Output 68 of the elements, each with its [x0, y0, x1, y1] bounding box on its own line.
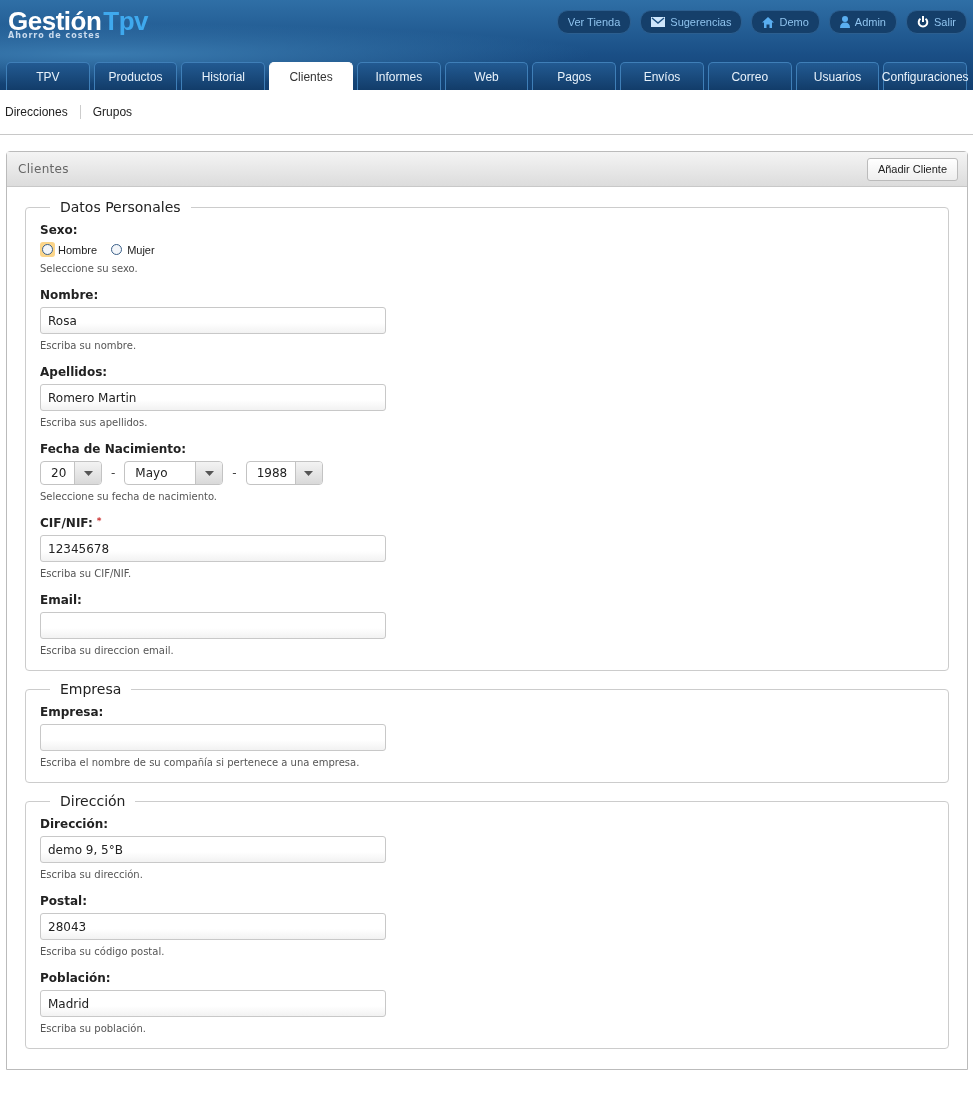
help-text: Seleccione su sexo.	[40, 263, 139, 274]
text-field[interactable]: Romero Martin	[40, 384, 386, 411]
field-label: CIF/NIF:	[40, 516, 93, 530]
caret-icon	[204, 470, 214, 476]
select-field[interactable]: Mayo	[124, 461, 224, 485]
header-link[interactable]: Salir	[906, 10, 967, 34]
radio-option[interactable]: Mujer	[109, 242, 155, 257]
help-text: Escriba su dirección.	[40, 869, 144, 880]
help-text: Escriba el nombre de su compañía si pertenece a una empresa.	[40, 757, 361, 768]
select-field[interactable]: 1988	[245, 461, 323, 485]
help-text: Seleccione su fecha de nacimiento.	[40, 491, 218, 502]
logo-text: Tpv	[103, 8, 149, 34]
field-label: Dirección:	[40, 817, 109, 831]
field-label: Email:	[40, 593, 82, 607]
nav-tab[interactable]: Informes	[356, 62, 441, 90]
text-field[interactable]: Madrid	[40, 990, 386, 1017]
section-title: Datos Personales	[59, 199, 182, 215]
caret-icon	[83, 470, 93, 476]
field-label: Nombre:	[40, 288, 99, 302]
text-field[interactable]: 12345678	[40, 535, 386, 562]
help-text: Escriba su CIF/NIF.	[40, 568, 133, 579]
date-separator: -	[111, 466, 116, 480]
power-icon	[917, 16, 929, 28]
help-text: Escriba su nombre.	[40, 340, 138, 351]
nav-tab[interactable]: Web	[444, 62, 529, 90]
help-text: Escriba su población.	[40, 1023, 147, 1034]
text-field[interactable]: 28043	[40, 913, 386, 940]
field-label: Apellidos:	[40, 365, 108, 379]
nav-tab[interactable]: TPV	[6, 62, 90, 90]
subnav-link[interactable]: Direcciones	[5, 105, 80, 119]
header-link[interactable]: Demo	[751, 10, 820, 34]
text-field[interactable]: demo 9, 5°B	[40, 836, 386, 863]
field-label: Fecha de Nacimiento:	[40, 442, 187, 456]
field-label: Población:	[40, 971, 111, 985]
required-mark: *	[96, 516, 102, 528]
subnav-link[interactable]: Grupos	[79, 105, 145, 119]
nav-tab[interactable]: Pagos	[532, 62, 617, 90]
nav-tab[interactable]: Historial	[181, 62, 266, 90]
nav-tab[interactable]: Configuraciones	[883, 62, 968, 90]
header-link[interactable]: Sugerencias	[640, 10, 743, 34]
header-link[interactable]: Ver Tienda	[556, 10, 632, 34]
help-text: Escriba su direccion email.	[40, 645, 175, 656]
nav-tab[interactable]: Usuarios	[795, 62, 880, 90]
field-label: Empresa:	[40, 705, 104, 719]
user-icon	[839, 16, 850, 28]
help-text: Escriba su código postal.	[40, 946, 166, 957]
field-label: Postal:	[40, 894, 87, 908]
panel-title: Clientes	[18, 162, 69, 176]
text-field[interactable]: Rosa	[40, 307, 386, 334]
add-client-button[interactable]: Añadir Cliente	[866, 157, 958, 181]
nav-tab[interactable]: Clientes	[269, 62, 353, 90]
mail-icon	[651, 17, 666, 27]
section-title: Dirección	[59, 793, 127, 809]
date-separator: -	[232, 466, 237, 480]
select-field[interactable]: 20	[40, 461, 102, 485]
text-field[interactable]	[40, 724, 386, 751]
caret-icon	[304, 470, 314, 476]
header-link[interactable]: Admin	[828, 10, 897, 34]
radio-option[interactable]: Hombre	[40, 242, 98, 257]
text-field[interactable]	[40, 612, 386, 639]
help-text: Escriba sus apellidos.	[40, 417, 149, 428]
nav-tab[interactable]: Correo	[707, 62, 792, 90]
logo-tagline: Ahorro de costes	[8, 32, 101, 40]
nav-tab[interactable]: Productos	[93, 62, 178, 90]
home-icon	[762, 16, 775, 28]
section-title: Empresa	[59, 681, 123, 697]
field-label: Sexo:	[40, 223, 78, 237]
nav-tab[interactable]: Envíos	[620, 62, 704, 90]
